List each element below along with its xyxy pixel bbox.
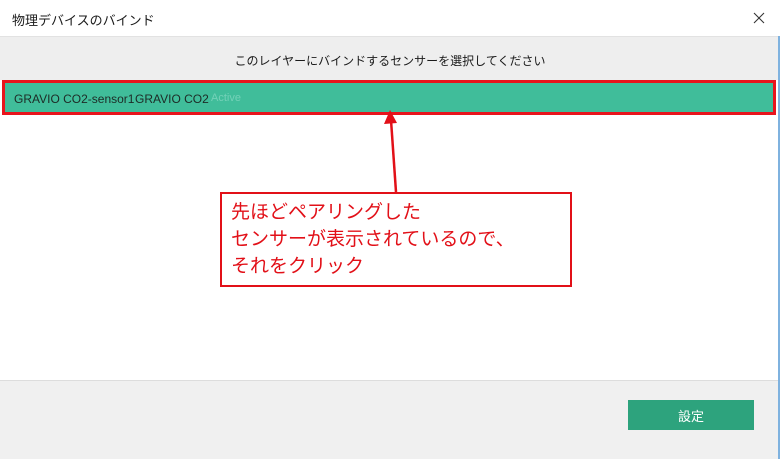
dialog-footer: 設定 (0, 380, 778, 459)
annotation-line: それをクリック (231, 255, 365, 277)
annotation-line: センサーが表示されているので、 (231, 228, 515, 250)
instruction-band: このレイヤーにバインドするセンサーを選択してください (0, 36, 780, 80)
sensor-state: Active (211, 92, 241, 104)
annotation-arrow (384, 110, 398, 193)
instruction-text: このレイヤーにバインドするセンサーを選択してください (234, 54, 546, 68)
bind-device-dialog: 物理デバイスのバインド このレイヤーにバインドするセンサーを選択してください G… (0, 0, 780, 459)
annotation-callout: 先ほどペアリングした センサーが表示されているので、 それをクリック (220, 192, 572, 287)
close-button[interactable] (744, 4, 774, 32)
sensor-type: GRAVIO CO2 (135, 92, 209, 106)
window-title: 物理デバイスのバインド (12, 14, 155, 29)
set-button[interactable]: 設定 (628, 400, 754, 430)
title-bar: 物理デバイスのバインド (0, 0, 780, 36)
close-icon (753, 12, 765, 24)
sensor-name: GRAVIO CO2-sensor1 (14, 92, 135, 106)
annotation-line: 先ほどペアリングした (231, 201, 422, 223)
